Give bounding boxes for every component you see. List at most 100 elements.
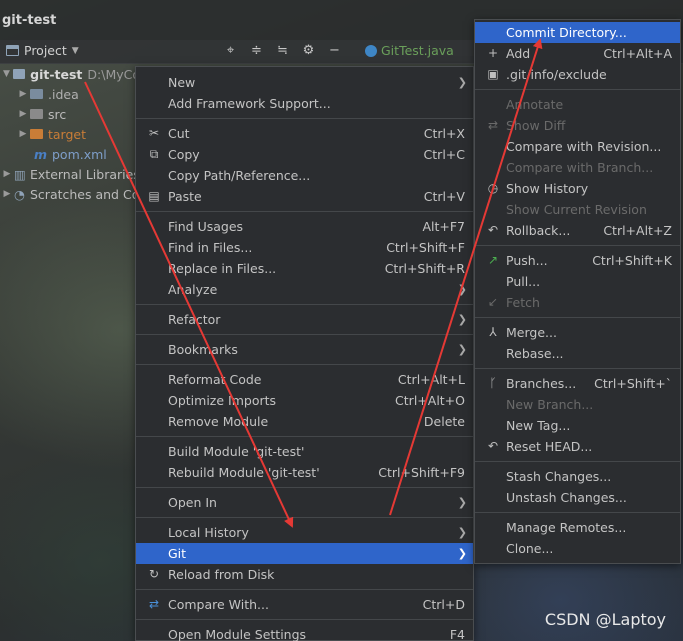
minimize-icon[interactable]: − [326, 43, 343, 58]
menu-separator [136, 585, 473, 594]
menu-item-annotate[interactable]: Annotate [475, 94, 680, 115]
chevron-right-icon[interactable]: ▶ [0, 169, 14, 179]
folder-icon [30, 109, 43, 119]
menu-item-bookmarks[interactable]: Bookmarks ❯ [136, 339, 473, 360]
tree-item-label: Scratches and Co [30, 186, 140, 202]
menu-item-compare-branch[interactable]: Compare with Branch... [475, 157, 680, 178]
menu-item-optimize-imports[interactable]: Optimize Imports Ctrl+Alt+O [136, 390, 473, 411]
watermark: CSDN @Laptoy [544, 610, 666, 629]
menu-item-find-usages[interactable]: Find Usages Alt+F7 [136, 216, 473, 237]
tree-root-name: git-test [30, 66, 83, 82]
menu-item-replace-in-files[interactable]: Replace in Files... Ctrl+Shift+R [136, 258, 473, 279]
menu-item-open-in[interactable]: Open In ❯ [136, 492, 473, 513]
menu-item-copy[interactable]: ⧉ Copy Ctrl+C [136, 144, 473, 165]
menu-item-reload-from-disk[interactable]: ↻ Reload from Disk [136, 564, 473, 585]
menu-item-add[interactable]: + Add Ctrl+Alt+A [475, 43, 680, 64]
module-folder-icon [13, 69, 26, 79]
chevron-right-icon[interactable]: ▶ [16, 109, 30, 119]
menu-item-compare-with[interactable]: ⇄ Compare With... Ctrl+D [136, 594, 473, 615]
scratches-icon: ◔ [14, 186, 25, 202]
menu-separator [136, 114, 473, 123]
chevron-right-icon: ❯ [457, 283, 467, 296]
menu-item-git[interactable]: Git ❯ [136, 543, 473, 564]
gear-icon[interactable]: ⚙ [300, 43, 317, 58]
menu-item-new-tag[interactable]: New Tag... [475, 415, 680, 436]
chevron-right-icon: ❯ [457, 526, 467, 539]
menu-item-new[interactable]: New ❯ [136, 72, 473, 93]
git-submenu: Commit Directory... + Add Ctrl+Alt+A ▣ .git… [474, 19, 681, 564]
menu-separator [136, 483, 473, 492]
menu-item-stash[interactable]: Stash Changes... [475, 466, 680, 487]
menu-item-rebase[interactable]: Rebase... [475, 343, 680, 364]
rollback-icon: ↶ [487, 223, 499, 237]
target-icon[interactable]: ⌖ [222, 43, 239, 58]
chevron-right-icon[interactable]: ▶ [16, 89, 30, 99]
menu-item-compare-revision[interactable]: Compare with Revision... [475, 136, 680, 157]
menu-separator [475, 457, 680, 466]
menu-item-show-current-revision[interactable]: Show Current Revision [475, 199, 680, 220]
tree-item-label: .idea [48, 86, 79, 102]
menu-item-show-history[interactable]: ◷ Show History [475, 178, 680, 199]
tree-item-scratches[interactable]: ▶ ◔ Scratches and Co [0, 184, 140, 204]
menu-item-build-module[interactable]: Build Module 'git-test' [136, 441, 473, 462]
maven-icon: m [34, 146, 48, 162]
tree-item-src[interactable]: ▶ src [0, 104, 140, 124]
menu-item-remove-module[interactable]: Remove Module Delete [136, 411, 473, 432]
menu-item-refactor[interactable]: Refactor ❯ [136, 309, 473, 330]
menu-separator [475, 364, 680, 373]
menu-item-reformat-code[interactable]: Reformat Code Ctrl+Alt+L [136, 369, 473, 390]
tree-item-label: target [48, 126, 87, 142]
chevron-down-icon[interactable]: ▼ [0, 69, 13, 79]
tree-item-label: pom.xml [52, 146, 107, 162]
menu-item-git-exclude[interactable]: ▣ .git/info/exclude [475, 64, 680, 85]
menu-item-paste[interactable]: ▤ Paste Ctrl+V [136, 186, 473, 207]
menu-item-rebuild-module[interactable]: Rebuild Module 'git-test' Ctrl+Shift+F9 [136, 462, 473, 483]
project-window-icon [6, 45, 19, 56]
menu-item-reset-head[interactable]: ↶ Reset HEAD... [475, 436, 680, 457]
menu-item-find-in-files[interactable]: Find in Files... Ctrl+Shift+F [136, 237, 473, 258]
compare-icon: ⇄ [148, 597, 160, 611]
menu-item-rollback[interactable]: ↶ Rollback... Ctrl+Alt+Z [475, 220, 680, 241]
menu-item-commit-directory[interactable]: Commit Directory... [475, 22, 680, 43]
menu-item-local-history[interactable]: Local History ❯ [136, 522, 473, 543]
tree-item-pom[interactable]: m pom.xml [0, 144, 140, 164]
tree-item-target[interactable]: ▶ target [0, 124, 140, 144]
menu-item-push[interactable]: ↗ Push... Ctrl+Shift+K [475, 250, 680, 271]
expand-all-icon[interactable]: ≑ [248, 43, 265, 58]
menu-item-unstash[interactable]: Unstash Changes... [475, 487, 680, 508]
menu-item-show-diff[interactable]: ⇄ Show Diff [475, 115, 680, 136]
chevron-right-icon[interactable]: ▶ [16, 129, 30, 139]
menu-separator [475, 313, 680, 322]
menu-separator [475, 241, 680, 250]
menu-item-open-module-settings[interactable]: Open Module Settings F4 [136, 624, 473, 641]
menu-item-cut[interactable]: ✂ Cut Ctrl+X [136, 123, 473, 144]
chevron-right-icon: ❯ [457, 313, 467, 326]
tree-item-idea[interactable]: ▶ .idea [0, 84, 140, 104]
chevron-right-icon[interactable]: ▶ [0, 189, 14, 199]
menu-item-add-framework[interactable]: Add Framework Support... [136, 93, 473, 114]
menu-item-fetch[interactable]: ↙ Fetch [475, 292, 680, 313]
menu-separator [136, 330, 473, 339]
menu-item-merge[interactable]: ⅄ Merge... [475, 322, 680, 343]
tree-root[interactable]: ▼ git-test D:\MyCo [0, 64, 140, 84]
menu-item-manage-remotes[interactable]: Manage Remotes... [475, 517, 680, 538]
menu-separator [475, 85, 680, 94]
chevron-right-icon: ❯ [457, 76, 467, 89]
tree-item-external-libraries[interactable]: ▶ ▥ External Libraries [0, 164, 140, 184]
menu-item-clone[interactable]: Clone... [475, 538, 680, 559]
menu-item-branches[interactable]: ᚴ Branches... Ctrl+Shift+` [475, 373, 680, 394]
chevron-right-icon: ❯ [457, 496, 467, 509]
menu-item-copy-path[interactable]: Copy Path/Reference... [136, 165, 473, 186]
menu-item-new-branch[interactable]: New Branch... [475, 394, 680, 415]
menu-item-analyze[interactable]: Analyze ❯ [136, 279, 473, 300]
chevron-right-icon: ❯ [457, 547, 467, 560]
plus-icon: + [487, 46, 499, 60]
editor-tab[interactable]: GitTest.java [365, 43, 454, 58]
chevron-down-icon: ▼ [71, 45, 79, 56]
excluded-folder-icon [30, 129, 43, 139]
project-view-selector[interactable]: Project ▼ [6, 43, 79, 58]
project-context-menu: New ❯ Add Framework Support... ✂ Cut Ctrl+X… [135, 66, 474, 641]
menu-separator [136, 207, 473, 216]
collapse-all-icon[interactable]: ≒ [274, 43, 291, 58]
menu-item-pull[interactable]: Pull... [475, 271, 680, 292]
